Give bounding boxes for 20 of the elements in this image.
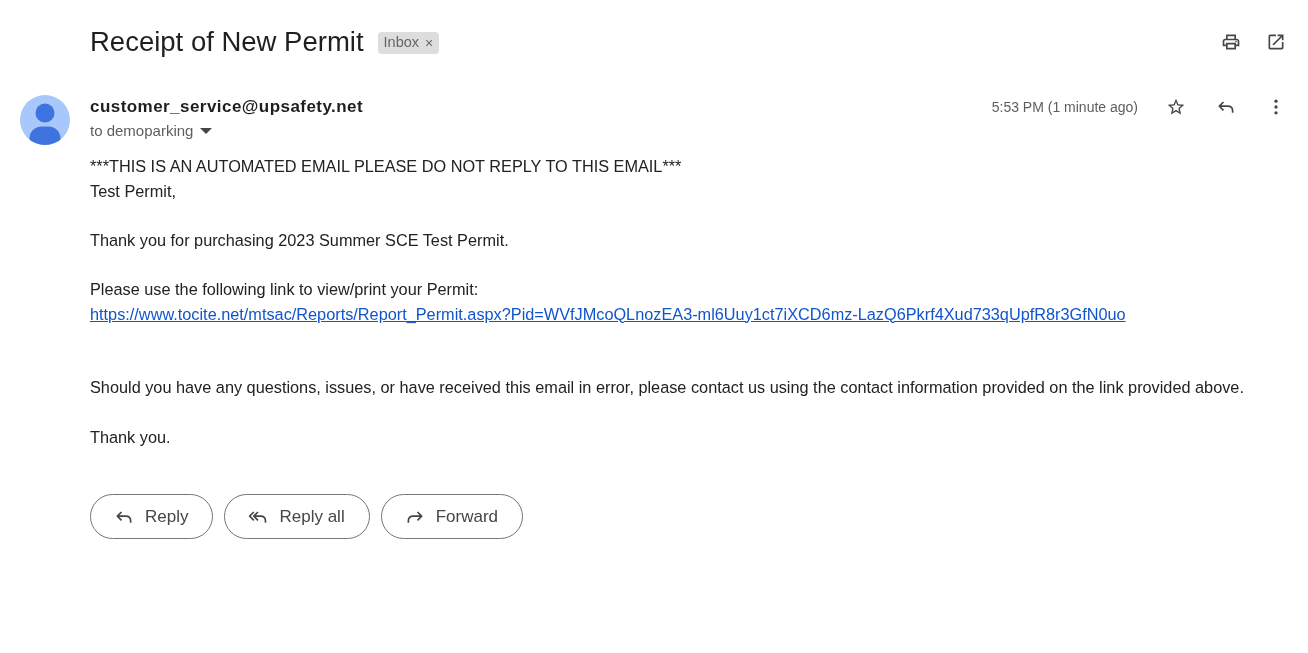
open-in-new-window-icon[interactable] xyxy=(1266,32,1286,52)
permit-link[interactable]: https://www.tocite.net/mtsac/Reports/Report_Permit.aspx?Pid=WVfJMcoQLnozEA3-ml6Uuy1ct7iXCD6mz-LazQ6Pkrf4Xud733qUpfR8r3GfN0uo xyxy=(90,304,1126,323)
remove-label-button[interactable]: × xyxy=(425,36,434,50)
reply-all-button[interactable]: Reply all xyxy=(224,494,370,540)
label-name[interactable]: Inbox xyxy=(383,32,420,54)
email-subject: Receipt of New Permit xyxy=(90,25,364,59)
body-text: ***THIS IS AN AUTOMATED EMAIL PLEASE DO NOT REPLY TO THIS EMAIL*** xyxy=(90,156,683,177)
star-icon[interactable] xyxy=(1166,97,1186,117)
avatar-icon xyxy=(20,95,70,145)
body-text: Please use the following link to view/print your Permit: xyxy=(90,278,480,300)
message-time: 5:53 PM (1 minute ago) xyxy=(991,98,1138,117)
body-text: Should you have any questions, issues, or have received this email in error, please contact us using the contact information provided on the link provided above. xyxy=(90,377,1245,399)
print-icon[interactable] xyxy=(1221,32,1241,52)
body-text: Thank you. xyxy=(90,426,172,448)
recipient-text: to demoparking xyxy=(90,120,194,141)
reply-button[interactable]: Reply xyxy=(90,494,214,540)
sender-address: customer_service@upsafety.net xyxy=(90,96,364,118)
body-text: Thank you for purchasing 2023 Summer SCE Test Permit. xyxy=(90,229,510,251)
body-text: Test Permit, xyxy=(90,180,177,202)
forward-button[interactable]: Forward xyxy=(380,494,524,540)
